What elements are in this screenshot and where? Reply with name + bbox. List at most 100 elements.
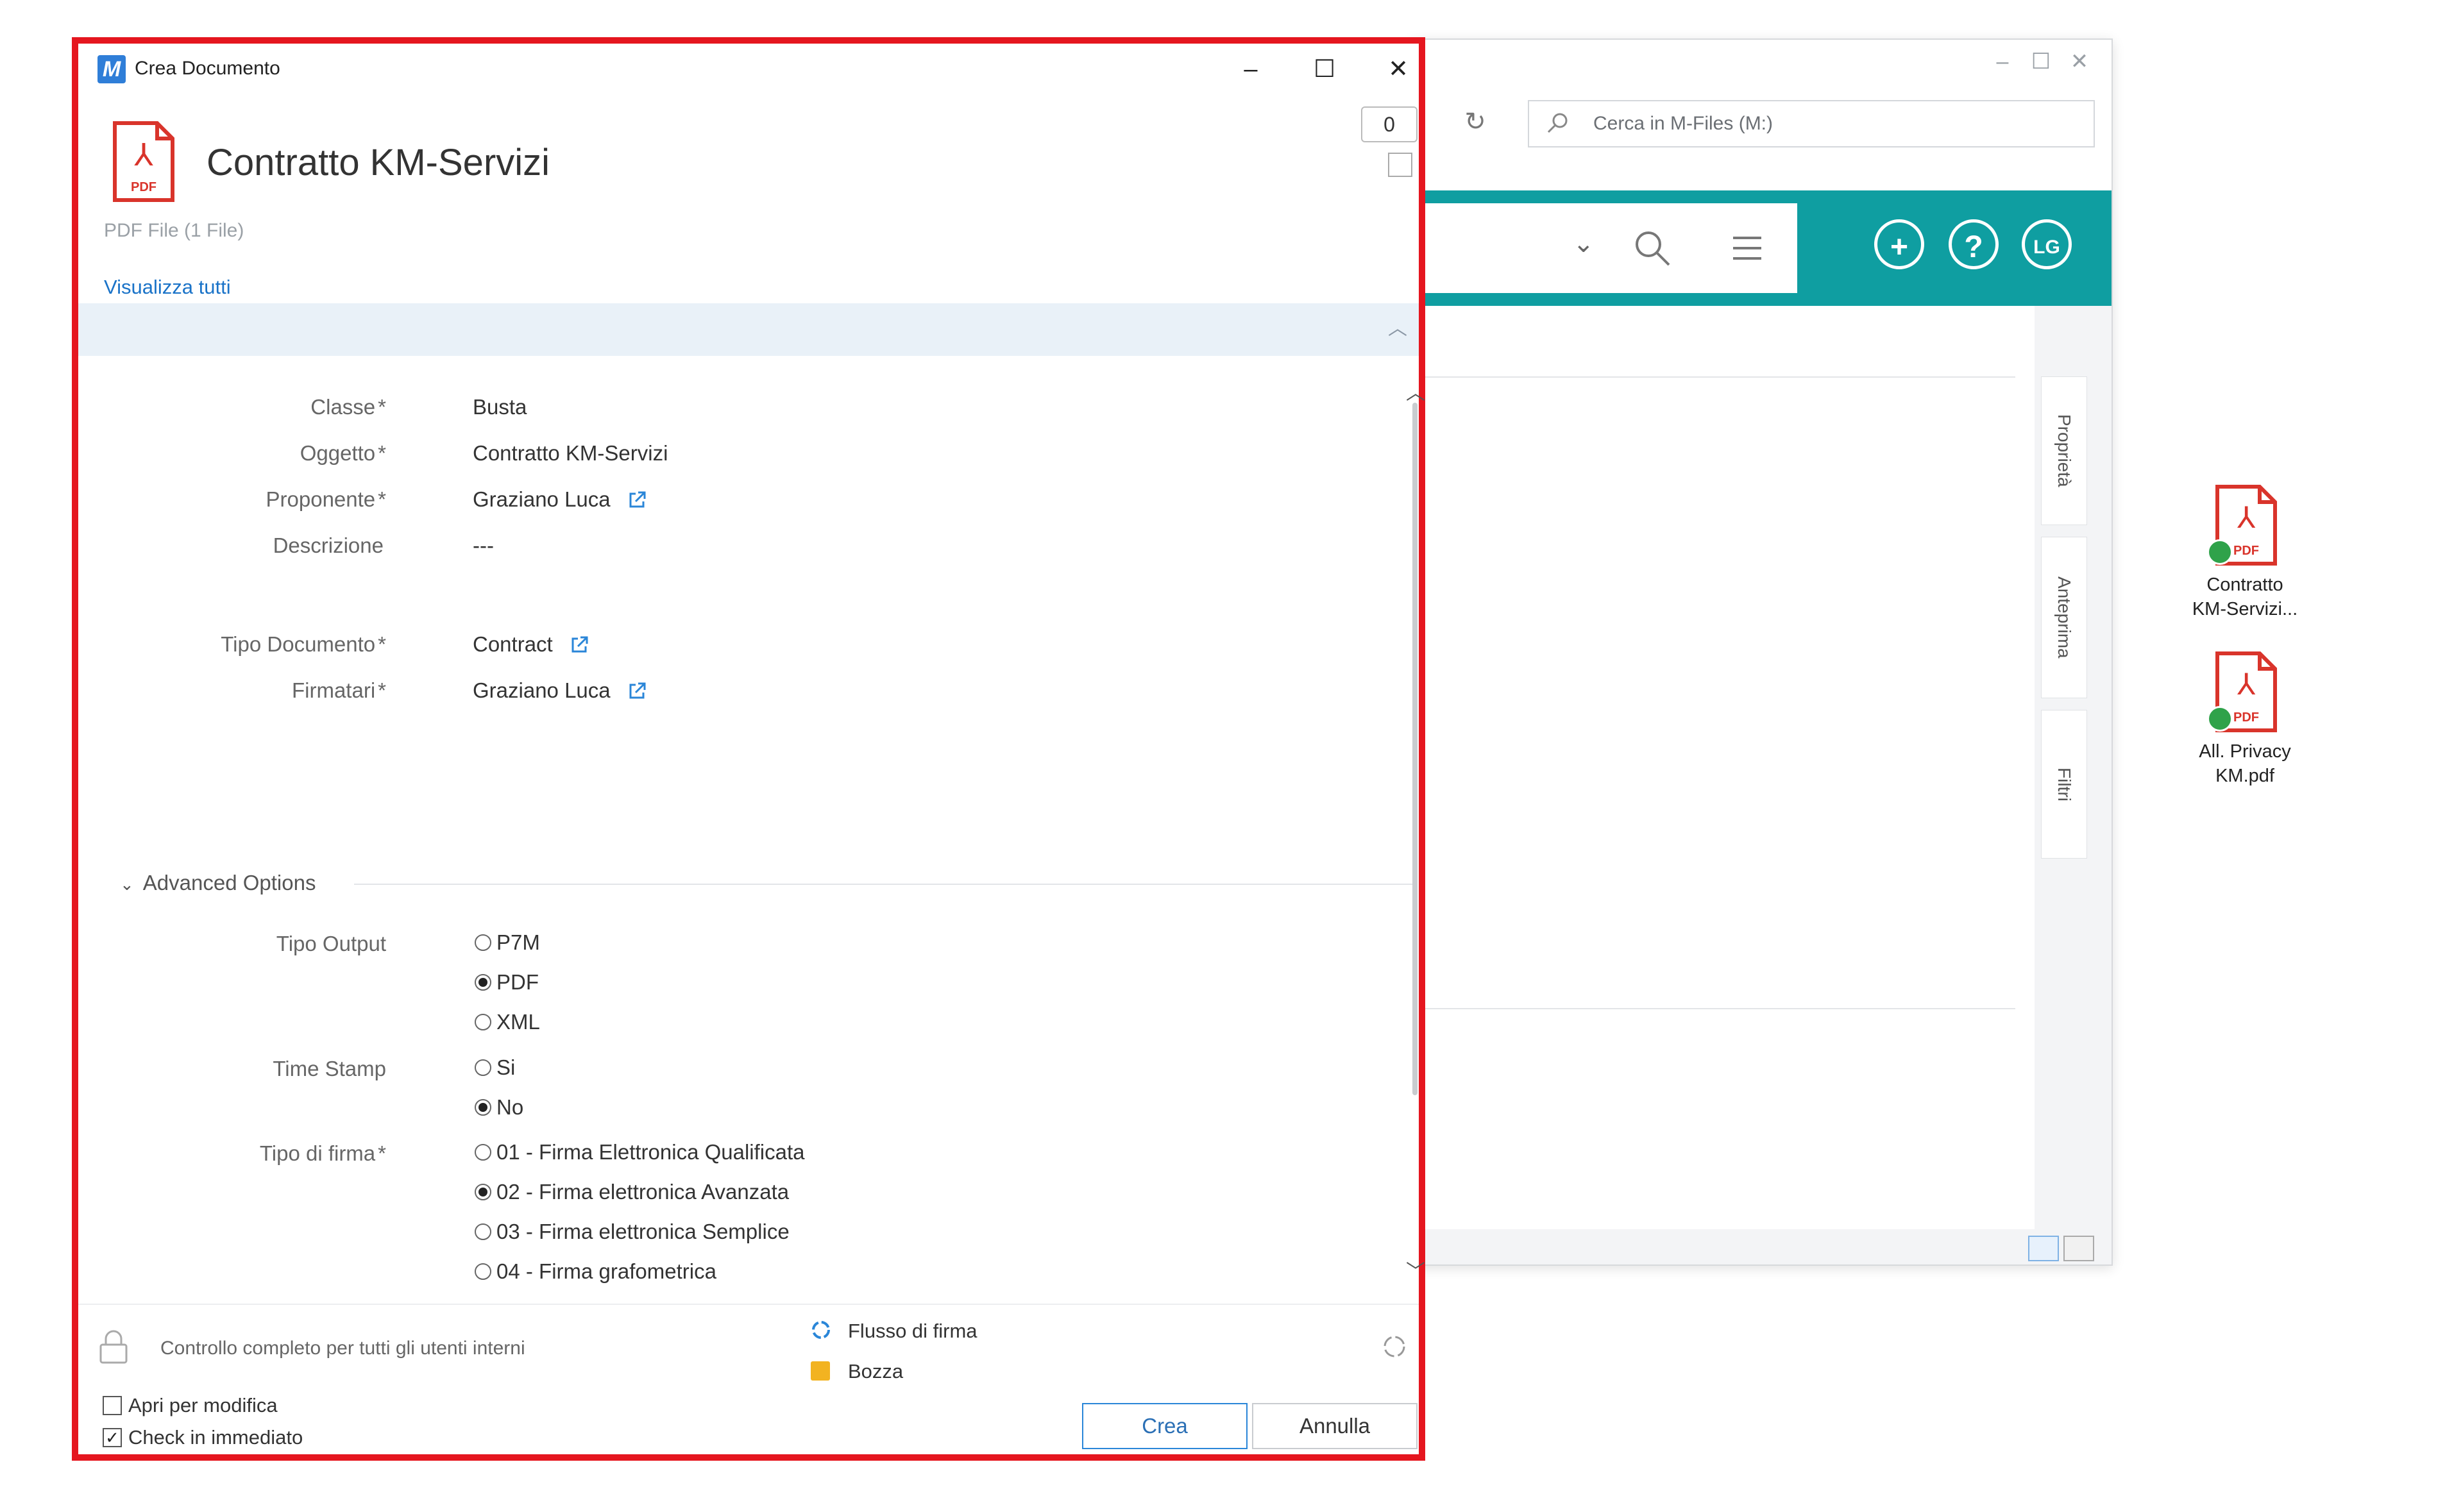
close-icon[interactable]: ✕ — [1380, 51, 1416, 87]
workflow-name[interactable]: Flusso di firma — [848, 1320, 978, 1343]
property-value-tipo-documento[interactable]: Contract — [473, 632, 589, 657]
radio-pdf[interactable]: PDF — [475, 970, 539, 995]
open-for-edit-checkbox[interactable]: Apri per modifica — [103, 1394, 278, 1417]
radio-button[interactable] — [475, 1059, 491, 1076]
chevron-down-icon[interactable]: ⌄ — [1573, 229, 1595, 258]
help-icon[interactable]: ? — [1949, 219, 1999, 269]
radio-si[interactable]: Si — [475, 1055, 515, 1080]
radio-button[interactable] — [475, 1263, 491, 1280]
radio-p7m[interactable]: P7M — [475, 930, 540, 955]
radio-xml[interactable]: XML — [475, 1010, 540, 1034]
divider — [354, 884, 1412, 885]
desktop-file-label: Contratto KM-Servizi... — [2192, 575, 2298, 619]
filter-list-icon[interactable] — [1727, 229, 1768, 267]
divider — [1412, 376, 2015, 378]
property-value-proponente[interactable]: Graziano Luca — [473, 487, 647, 512]
background-toolbar: ↻ Cerca in M-Files (M:) — [1412, 85, 2112, 190]
radio-firma-04[interactable]: 04 - Firma grafometrica — [475, 1259, 716, 1284]
radio-button[interactable] — [475, 934, 491, 951]
chevron-up-icon[interactable]: ︿ — [1388, 312, 1407, 340]
open-link-icon[interactable] — [569, 635, 589, 655]
property-value-descrizione[interactable]: --- — [473, 533, 494, 558]
property-label: Firmatari * — [291, 678, 386, 702]
tab-proprieta[interactable]: Proprietà — [2041, 376, 2087, 525]
open-link-icon[interactable] — [627, 681, 647, 701]
comment-count-badge[interactable]: 0 — [1361, 106, 1418, 142]
radio-button[interactable] — [475, 1223, 491, 1240]
radio-button-selected[interactable] — [475, 1184, 491, 1200]
property-label: Descrizione — [273, 533, 384, 557]
chevron-down-icon: ⌄ — [120, 875, 134, 894]
search-input[interactable]: Cerca in M-Files (M:) — [1528, 100, 2095, 147]
radio-button[interactable] — [475, 1144, 491, 1161]
radio-no[interactable]: No — [475, 1095, 523, 1120]
property-label: Oggetto * — [300, 441, 386, 465]
radio-button-selected[interactable] — [475, 974, 491, 991]
svg-text:⅄: ⅄ — [2237, 667, 2256, 701]
accent-bar: ⌄ + ? LG — [1412, 190, 2112, 306]
workflow-state[interactable]: Bozza — [848, 1360, 903, 1383]
expand-panel-icon[interactable] — [1388, 153, 1412, 177]
check-in-checkbox[interactable]: ✓ Check in immediato — [103, 1426, 303, 1449]
scrollbar-thumb[interactable] — [1412, 403, 1418, 1095]
user-avatar[interactable]: LG — [2022, 219, 2072, 269]
background-titlebar: – ☐ ✕ — [1412, 40, 2112, 85]
scroll-up-arrow[interactable]: ︿ — [1406, 377, 1425, 405]
svg-text:PDF: PDF — [131, 180, 157, 194]
minimize-icon[interactable]: – — [1233, 51, 1269, 87]
svg-text:⅄: ⅄ — [2237, 500, 2256, 535]
tipo-firma-label: Tipo di firma * — [259, 1141, 386, 1165]
workflow-icon — [812, 1321, 830, 1339]
maximize-icon[interactable]: ☐ — [2028, 49, 2054, 74]
create-button[interactable]: Crea — [1082, 1403, 1248, 1449]
tipo-output-label: Tipo Output — [276, 932, 386, 955]
cancel-button[interactable]: Annulla — [1252, 1403, 1418, 1449]
svg-text:PDF: PDF — [2233, 544, 2259, 558]
desktop-file-label: All. Privacy KM.pdf — [2199, 741, 2291, 786]
maximize-icon[interactable]: ☐ — [1307, 51, 1342, 87]
property-label: Tipo Documento * — [221, 632, 386, 656]
state-icon — [811, 1361, 830, 1381]
checkbox-checked[interactable]: ✓ — [103, 1428, 122, 1447]
radio-button-selected[interactable] — [475, 1099, 491, 1116]
metadata-header-band: ︿ — [78, 303, 1419, 356]
add-icon[interactable]: + — [1874, 219, 1924, 269]
preview-view-icon[interactable] — [2063, 1236, 2094, 1261]
background-mfiles-window: – ☐ ✕ ↻ Cerca in M-Files (M:) ⌄ + ? LG P… — [1411, 38, 2113, 1266]
document-title: Contratto KM-Servizi — [207, 142, 550, 183]
property-value-oggetto[interactable]: Contratto KM-Servizi — [473, 441, 668, 466]
view-all-link[interactable]: Visualizza tutti — [104, 276, 231, 299]
tab-anteprima[interactable]: Anteprima — [2041, 537, 2087, 698]
desktop-file-privacy[interactable]: ⅄ PDF All. Privacy KM.pdf — [2174, 651, 2315, 788]
scroll-down-arrow[interactable]: ﹀ — [1406, 1256, 1425, 1284]
lock-icon[interactable] — [97, 1329, 130, 1365]
radio-firma-03[interactable]: 03 - Firma elettronica Semplice — [475, 1220, 790, 1244]
tab-filtri[interactable]: Filtri — [2041, 710, 2087, 859]
search-icon[interactable] — [1630, 226, 1674, 270]
property-value-firmatari[interactable]: Graziano Luca — [473, 678, 647, 703]
divider — [78, 1304, 1419, 1305]
close-icon[interactable]: ✕ — [2067, 49, 2092, 74]
refresh-icon[interactable]: ↻ — [1457, 104, 1493, 140]
document-subtitle: PDF File (1 File) — [104, 220, 244, 241]
search-filter-box[interactable]: ⌄ — [1412, 203, 1797, 293]
minimize-icon[interactable]: – — [1990, 49, 2015, 74]
open-link-icon[interactable] — [627, 490, 647, 510]
checkbox[interactable] — [103, 1396, 122, 1415]
dialog-titlebar: M Crea Documento – ☐ ✕ — [78, 44, 1419, 95]
property-value-classe[interactable]: Busta — [473, 395, 527, 419]
background-content-pane — [1412, 306, 2035, 1229]
details-view-icon[interactable] — [2028, 1236, 2059, 1261]
radio-button[interactable] — [475, 1014, 491, 1030]
property-label: Proponente * — [266, 487, 386, 511]
advanced-options-toggle[interactable]: ⌄ Advanced Options — [120, 871, 316, 895]
window-title: Crea Documento — [135, 58, 280, 79]
status-bar — [1412, 1229, 2112, 1264]
radio-firma-02[interactable]: 02 - Firma elettronica Avanzata — [475, 1180, 789, 1204]
radio-firma-01[interactable]: 01 - Firma Elettronica Qualificata — [475, 1140, 805, 1164]
permissions-text[interactable]: Controllo completo per tutti gli utenti … — [160, 1338, 525, 1359]
desktop-file-contratto[interactable]: ⅄ PDF Contratto KM-Servizi... — [2174, 484, 2315, 621]
crea-documento-dialog: M Crea Documento – ☐ ✕ ⅄ PDF Contratto K… — [72, 37, 1425, 1461]
refresh-icon[interactable] — [1380, 1332, 1409, 1361]
svg-text:⅄: ⅄ — [133, 137, 153, 173]
